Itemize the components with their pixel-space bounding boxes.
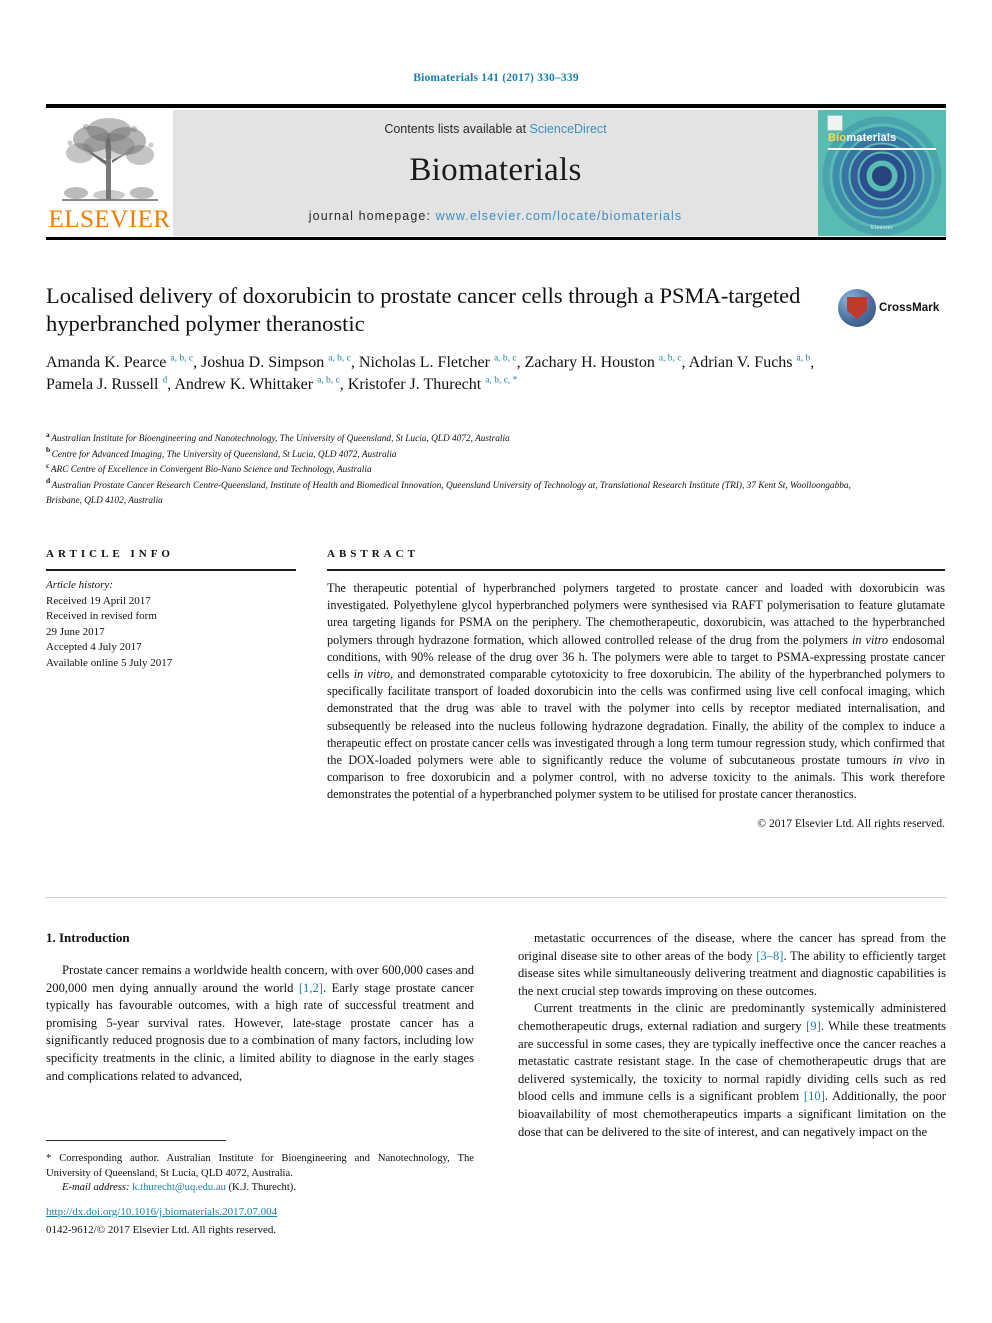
introduction-right-text: metastatic occurrences of the disease, w… [518, 930, 946, 1141]
sciencedirect-link[interactable]: ScienceDirect [530, 122, 607, 136]
journal-cover-thumbnail: Biomaterials Elsevier [818, 110, 946, 236]
body-section-divider [46, 897, 946, 898]
author-affiliation-marks: a, b, c [170, 353, 194, 364]
journal-masthead: ELSEVIER Contents lists available at Sci… [46, 104, 946, 240]
author-name: Joshua D. Simpson [201, 354, 329, 371]
article-history: Article history: Received 19 April 2017 R… [46, 578, 296, 671]
article-history-lines: Received 19 April 2017 Received in revise… [46, 594, 296, 672]
latin-term: in vitro [852, 632, 889, 647]
affiliation-item: d Australian Prostate Cancer Research Cen… [46, 477, 876, 510]
article-history-label: Article history: [46, 579, 113, 591]
affiliation-text: Australian Institute for Bioengineering … [51, 434, 510, 444]
abstract-column: ABSTRACT The therapeutic potential of hy… [327, 548, 945, 830]
journal-title: Biomaterials [409, 152, 582, 188]
doi-link[interactable]: http://dx.doi.org/10.1016/j.biomaterials… [46, 1204, 474, 1220]
abstract-paragraph: The therapeutic potential of hyperbranch… [327, 581, 946, 802]
homepage-url-link[interactable]: www.elsevier.com/locate/biomaterials [436, 209, 683, 223]
body-paragraph: Current treatments in the clinic are pre… [518, 1001, 947, 1139]
affiliation-text: ARC Centre of Excellence in Convergent B… [50, 465, 372, 475]
affiliation-list: a Australian Institute for Bioengineering… [46, 431, 876, 510]
latin-term: in vitro [353, 667, 391, 682]
affiliation-item: b Centre for Advanced Imaging, The Univer… [46, 446, 876, 464]
author-name: Pamela J. Russell [46, 376, 163, 393]
author-name: Amanda K. Pearce [46, 354, 171, 371]
introduction-left-text: Prostate cancer remains a worldwide heal… [46, 962, 474, 1085]
corresponding-author-footnote: * Corresponding author. Australian Insti… [46, 1152, 474, 1196]
crossmark-icon [838, 289, 876, 327]
author-name: Kristofer J. Thurecht [347, 376, 486, 393]
cover-society-badge [827, 115, 843, 131]
abstract-copyright: © 2017 Elsevier Ltd. All rights reserved… [757, 817, 945, 830]
corresponding-author-line: * Corresponding author. Australian Insti… [46, 1152, 474, 1181]
body-column-right: metastatic occurrences of the disease, w… [518, 930, 946, 1141]
cover-title-underline [828, 148, 936, 150]
abstract-rule [327, 569, 945, 571]
author-name: Zachary H. Houston [524, 354, 659, 371]
affiliation-item: a Australian Institute for Bioengineering… [46, 431, 876, 448]
cover-title-bio: Bio [828, 132, 847, 144]
citation-link[interactable]: [3–8] [756, 949, 783, 963]
email-label: E-mail address: [62, 1182, 130, 1194]
author-affiliation-marks: a, b, c [658, 353, 682, 364]
crossmark-badge[interactable]: CrossMark [838, 282, 946, 334]
masthead-center-panel: Contents lists available at ScienceDirec… [173, 110, 818, 236]
footnote-star-marker: * [46, 1153, 52, 1164]
citation-link[interactable]: [10] [804, 1089, 825, 1103]
issn-copyright: 0142-9612/© 2017 Elsevier Ltd. All right… [46, 1224, 277, 1236]
affiliation-text: Centre for Advanced Imaging, The Univers… [51, 449, 397, 460]
masthead-bottom-rule [46, 237, 946, 240]
author-list: Amanda K. Pearce a, b, c, Joshua D. Simp… [46, 353, 815, 393]
paper-page: Biomaterials 141 (2017) 330–339 ELSEVIER… [0, 0, 992, 1323]
title-block: Localised delivery of doxorubicin to pro… [46, 282, 946, 338]
crossmark-label: CrossMark [879, 302, 940, 314]
author-affiliation-marks: d [162, 375, 168, 386]
author-affiliation-marks: a, b, c, * [485, 375, 518, 386]
cover-title: Biomaterials [828, 132, 896, 144]
latin-term: in vivo [892, 753, 930, 768]
cover-footer-text: Elsevier [871, 225, 893, 231]
article-history-line: 29 June 2017 [46, 625, 105, 638]
elsevier-tree-icon [61, 118, 158, 201]
page-title: Localised delivery of doxorubicin to pro… [46, 283, 801, 336]
article-info-heading: ARTICLE INFO [46, 548, 174, 560]
email-owner: (K.J. Thurecht). [228, 1182, 296, 1194]
author-affiliation-marks: a, b [796, 353, 811, 364]
footer-block: http://dx.doi.org/10.1016/j.biomaterials… [46, 1204, 474, 1238]
affiliation-item: c ARC Centre of Excellence in Convergent … [46, 462, 876, 479]
author-name: Nicholas L. Fletcher [358, 354, 494, 371]
article-history-line: Available online 5 July 2017 [46, 656, 173, 669]
citation-link[interactable]: [9] [806, 1019, 821, 1033]
article-history-line: Received in revised form [46, 610, 157, 622]
masthead-top-rule [46, 104, 946, 108]
corresponding-author-text: Corresponding author. Australian Institu… [46, 1153, 474, 1179]
journal-homepage-line: journal homepage: www.elsevier.com/locat… [309, 209, 682, 223]
footnote-divider [46, 1140, 226, 1141]
author-name: Andrew K. Whittaker [174, 376, 318, 393]
cover-title-materials: materials [846, 132, 897, 144]
elsevier-wordmark: ELSEVIER [48, 206, 171, 233]
section-heading-introduction: 1. Introduction [46, 930, 130, 945]
author-affiliation-marks: a, b, c [328, 353, 351, 364]
article-info-rule [46, 569, 296, 571]
affiliation-text: Australian Prostate Cancer Research Cent… [46, 480, 851, 507]
contents-prefix: Contents lists available at [384, 122, 530, 136]
body-column-left: 1. Introduction Prostate cancer remains … [46, 930, 474, 1085]
running-head: Biomaterials 141 (2017) 330–339 [413, 72, 579, 84]
email-line: E-mail address: k.thurecht@uq.edu.au (K.… [46, 1181, 474, 1196]
author-affiliation-marks: a, b, c [317, 375, 340, 386]
contents-line: Contents lists available at ScienceDirec… [384, 122, 606, 136]
article-info-column: ARTICLE INFO Article history: Received 1… [46, 548, 296, 671]
body-paragraph: metastatic occurrences of the disease, w… [518, 931, 946, 998]
article-history-line: Accepted 4 July 2017 [46, 641, 142, 653]
author-affiliation-marks: a, b, c [493, 353, 517, 364]
email-link[interactable]: k.thurecht@uq.edu.au [132, 1182, 226, 1193]
author-name: Adrian V. Fuchs [688, 354, 797, 371]
body-paragraph: Prostate cancer remains a worldwide heal… [46, 963, 474, 1083]
elsevier-logo: ELSEVIER [46, 110, 173, 236]
abstract-heading: ABSTRACT [327, 548, 419, 560]
article-history-line: Received 19 April 2017 [46, 594, 151, 607]
abstract-body: The therapeutic potential of hyperbranch… [327, 580, 945, 804]
citation-link[interactable]: [1,2] [299, 981, 323, 995]
homepage-label: journal homepage: [308, 209, 436, 223]
